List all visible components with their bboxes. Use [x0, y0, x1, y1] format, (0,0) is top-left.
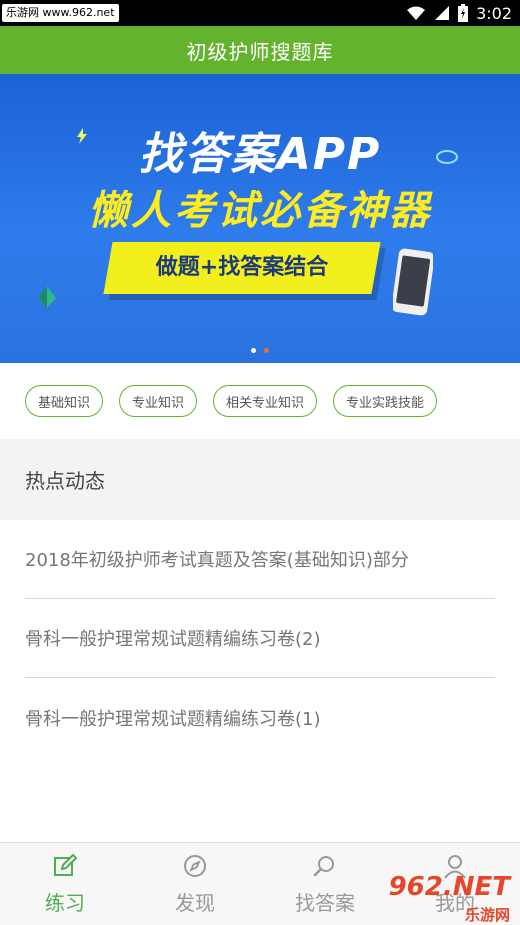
app-header: 初级护师搜题库 [0, 26, 520, 74]
tab-label: 练习 [45, 891, 85, 915]
chip-professional-knowledge[interactable]: 专业知识 [119, 385, 198, 417]
tab-find-answers[interactable]: 找答案 [260, 843, 390, 925]
banner-ribbon-text: 做题+找答案结合 [155, 255, 329, 280]
section-title: 热点动态 [25, 469, 105, 493]
banner-pagination [0, 348, 520, 353]
status-bar: 乐游网 www.962.net 3:02 [0, 0, 520, 26]
phone-illustration [393, 248, 433, 316]
tab-practice[interactable]: 练习 [0, 843, 130, 925]
chip-practice-skills[interactable]: 专业实践技能 [333, 385, 438, 417]
gem-icon [38, 286, 56, 308]
compass-icon [184, 855, 206, 877]
battery-icon [458, 4, 469, 22]
wifi-icon [407, 6, 426, 20]
list-item[interactable]: 2018年初级护师考试真题及答案(基础知识)部分 [25, 520, 495, 599]
hot-news-list: 2018年初级护师考试真题及答案(基础知识)部分 骨科一般护理常规试题精编练习卷… [0, 520, 520, 757]
signal-icon [435, 6, 450, 20]
pagination-dot-active[interactable] [264, 348, 269, 353]
category-chips: 基础知识 专业知识 相关专业知识 专业实践技能 [0, 363, 520, 439]
tab-label: 发现 [175, 891, 215, 915]
app-screen: 乐游网 www.962.net 3:02 初级护师搜题库 找答案APP 懒人考试… [0, 0, 520, 925]
watermark-site: 乐游网 [464, 906, 510, 924]
chip-basic-knowledge[interactable]: 基础知识 [25, 385, 104, 417]
status-icons: 3:02 [406, 0, 512, 26]
promo-banner[interactable]: 找答案APP 懒人考试必备神器 做题+找答案结合 [0, 74, 520, 363]
list-item[interactable]: 骨科一般护理常规试题精编练习卷(1) [25, 678, 495, 757]
chip-related-knowledge[interactable]: 相关专业知识 [213, 385, 318, 417]
banner-headline: 找答案APP [138, 129, 382, 180]
edit-icon [54, 853, 78, 876]
watermark-brand: 962.NET [388, 872, 510, 902]
banner-subheadline: 懒人考试必备神器 [88, 188, 432, 234]
tab-label: 找答案 [295, 891, 355, 915]
status-time: 3:02 [476, 3, 512, 23]
hot-news-header: 热点动态 [0, 439, 520, 520]
page-title: 初级护师搜题库 [186, 39, 334, 64]
tab-discover[interactable]: 发现 [130, 843, 260, 925]
list-item[interactable]: 骨科一般护理常规试题精编练习卷(2) [25, 599, 495, 678]
search-icon [313, 856, 334, 877]
watermark-top-left: 乐游网 www.962.net [2, 4, 119, 22]
pagination-dot[interactable] [251, 348, 256, 353]
